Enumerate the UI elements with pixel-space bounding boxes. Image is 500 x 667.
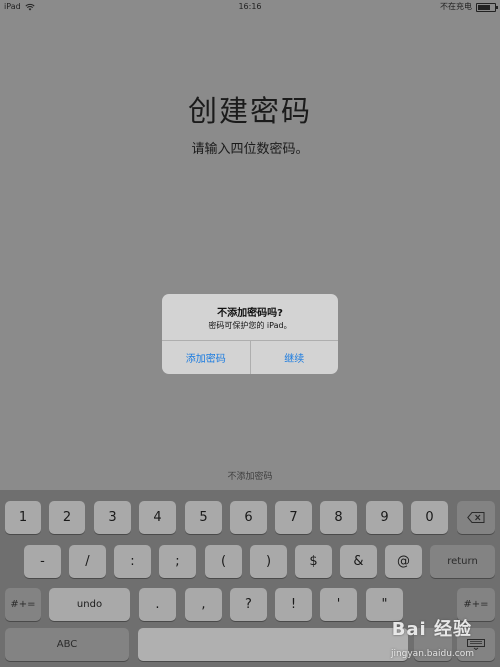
key-colon[interactable]: : bbox=[114, 545, 151, 578]
key-comma[interactable]: , bbox=[185, 588, 222, 621]
key-left-paren[interactable]: ( bbox=[205, 545, 242, 578]
key-slash[interactable]: / bbox=[69, 545, 106, 578]
key-minus[interactable]: - bbox=[24, 545, 61, 578]
undo-key[interactable]: undo bbox=[49, 588, 130, 621]
return-key[interactable]: return bbox=[430, 545, 495, 578]
status-bar: iPad 16:16 不在充电 bbox=[0, 0, 500, 14]
battery-icon bbox=[476, 2, 498, 12]
symbols-key-left[interactable]: #+= bbox=[5, 588, 41, 621]
key-exclamation[interactable]: ! bbox=[275, 588, 312, 621]
key-question[interactable]: ? bbox=[230, 588, 267, 621]
skip-passcode-link[interactable]: 不添加密码 bbox=[0, 469, 500, 482]
key-at[interactable]: @ bbox=[385, 545, 422, 578]
key-7[interactable]: 7 bbox=[275, 501, 312, 534]
alert-message: 密码可保护您的 iPad。 bbox=[208, 321, 292, 330]
continue-button[interactable]: 继续 bbox=[249, 341, 339, 374]
delete-icon bbox=[467, 512, 485, 523]
key-semicolon[interactable]: ; bbox=[159, 545, 196, 578]
alert-buttons: 添加密码 继续 bbox=[162, 340, 338, 374]
key-3[interactable]: 3 bbox=[94, 501, 131, 534]
key-dollar[interactable]: $ bbox=[295, 545, 332, 578]
key-5[interactable]: 5 bbox=[185, 501, 222, 534]
page-subtitle: 请输入四位数密码。 bbox=[191, 142, 309, 157]
key-0[interactable]: 0 bbox=[411, 501, 448, 534]
key-4[interactable]: 4 bbox=[139, 501, 176, 534]
key-1[interactable]: 1 bbox=[5, 501, 41, 534]
delete-key[interactable] bbox=[457, 501, 495, 534]
baidu-watermark-url: jingyan.baidu.com bbox=[390, 649, 474, 659]
key-9[interactable]: 9 bbox=[366, 501, 403, 534]
page-title: 创建密码 bbox=[187, 94, 312, 128]
key-6[interactable]: 6 bbox=[230, 501, 267, 534]
space-key[interactable] bbox=[138, 628, 408, 661]
add-passcode-button[interactable]: 添加密码 bbox=[162, 341, 250, 374]
key-right-paren[interactable]: ) bbox=[250, 545, 287, 578]
key-ampersand[interactable]: & bbox=[340, 545, 377, 578]
status-right: 不在充电 bbox=[440, 0, 498, 14]
key-2[interactable]: 2 bbox=[49, 501, 85, 534]
key-8[interactable]: 8 bbox=[320, 501, 357, 534]
baidu-watermark: Bai 经验 bbox=[391, 619, 472, 640]
status-time: 16:16 bbox=[238, 2, 262, 11]
key-period[interactable]: . bbox=[139, 588, 176, 621]
keyboard: 1 2 3 4 5 6 7 8 9 0 - / : ; ( ) $ & @ re… bbox=[0, 490, 500, 667]
alert-title: 不添加密码吗? bbox=[217, 308, 283, 319]
charging-status: 不在充电 bbox=[440, 2, 472, 11]
alert-dialog: 不添加密码吗? 密码可保护您的 iPad。 添加密码 继续 bbox=[162, 294, 338, 374]
key-apostrophe[interactable]: ' bbox=[320, 588, 357, 621]
abc-key[interactable]: ABC bbox=[5, 628, 129, 661]
